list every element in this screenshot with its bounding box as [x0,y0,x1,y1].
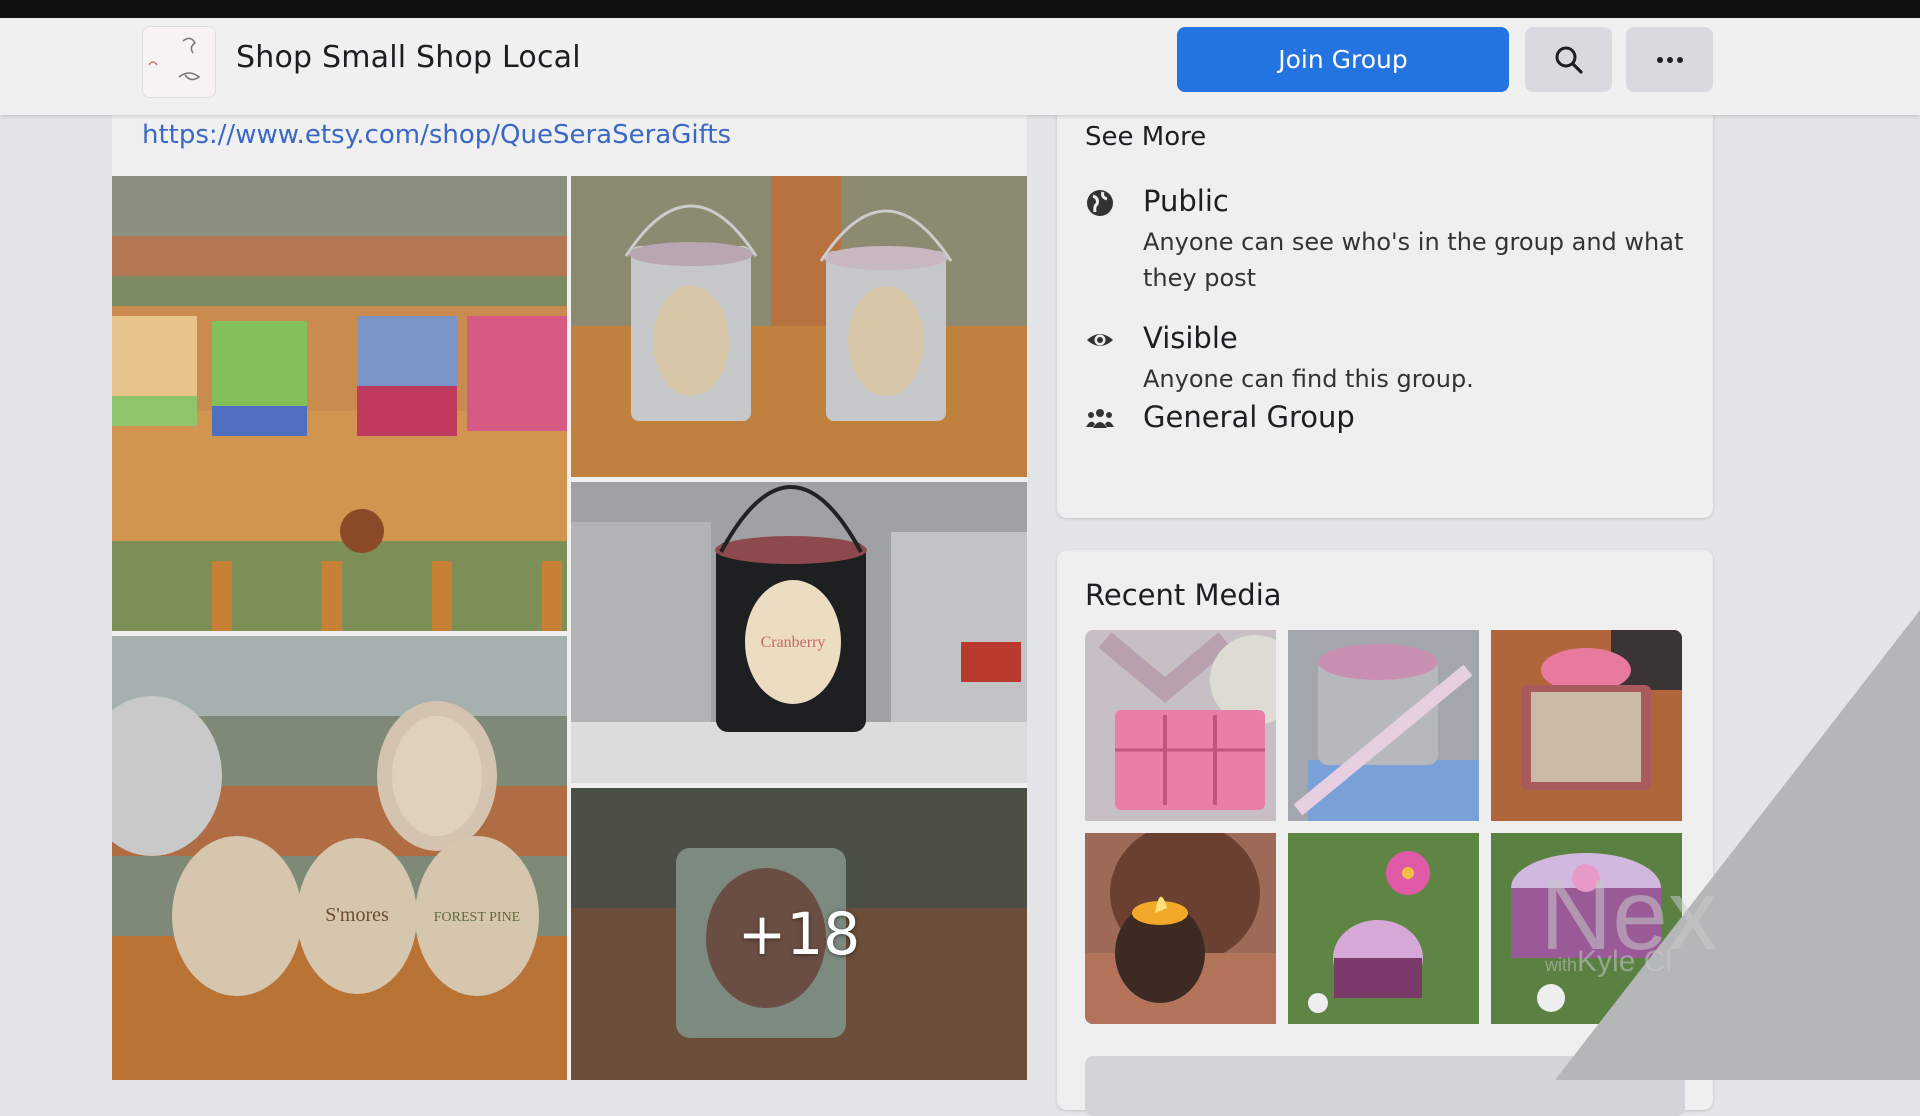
group-type-title: General Group [1143,400,1355,434]
see-all-media-bar[interactable] [1085,1056,1685,1116]
photo-image: S'mores FOREST PINE [112,636,567,1080]
post-photo-cranberry-candle[interactable]: Cranberry [571,482,1027,783]
visibility-title: Visible [1143,321,1238,355]
svg-text:S'mores: S'mores [325,904,389,926]
privacy-description: Anyone can see who's in the group and wh… [1143,228,1684,292]
thumb-image [1491,630,1682,821]
group-avatar[interactable] [142,26,216,98]
group-name[interactable]: Shop Small Shop Local [236,40,581,75]
recent-media-thumb[interactable] [1288,630,1479,821]
post-card: https://www.etsy.com/shop/QueSeraSeraGif… [112,100,1027,1080]
svg-text:FOREST PINE: FOREST PINE [434,910,520,925]
recent-media-card: Recent Media [1057,550,1713,1116]
post-photo-wax-melts[interactable] [112,176,567,631]
more-options-icon [1656,56,1683,63]
recent-media-thumb[interactable] [1085,833,1276,1024]
recent-media-title: Recent Media [1085,578,1282,612]
thumb-image [1288,833,1479,1024]
visibility-description: Anyone can find this group. [1143,365,1474,393]
photo-image [112,176,567,631]
svg-text:Cranberry: Cranberry [761,634,826,651]
thumb-image [1085,833,1276,1024]
etsy-shop-link[interactable]: https://www.etsy.com/shop/QueSeraSeraGif… [142,120,731,150]
thumb-image [1491,833,1682,1024]
eye-icon [1087,334,1113,346]
search-button[interactable] [1525,27,1612,92]
about-card: See More Public Anyone can see who's in … [1057,100,1713,518]
group-icon [1086,409,1114,428]
globe-icon [1087,190,1113,216]
recent-media-thumb[interactable] [1491,833,1682,1024]
more-photos-count[interactable]: +18 [571,788,1027,1080]
group-logo-icon [143,27,215,97]
post-photo-tin-candles[interactable]: S'mores FOREST PINE [112,636,567,1080]
group-header: Shop Small Shop Local Join Group [0,18,1920,115]
thumb-image [1288,630,1479,821]
recent-media-thumb[interactable] [1085,630,1276,821]
search-icon [1555,46,1583,74]
more-options-button[interactable] [1626,27,1713,92]
thumb-image [1085,630,1276,821]
photo-image: Cranberry [571,482,1027,783]
join-group-button[interactable]: Join Group [1177,27,1509,92]
post-photo-bucket-candles[interactable] [571,176,1027,477]
see-more-link[interactable]: See More [1085,122,1206,152]
photo-image [571,176,1027,477]
recent-media-thumb[interactable] [1491,630,1682,821]
post-photo-more[interactable]: +18 [571,788,1027,1080]
recent-media-thumb[interactable] [1288,833,1479,1024]
video-letterbox-bar [0,0,1920,18]
privacy-title: Public [1143,184,1229,218]
